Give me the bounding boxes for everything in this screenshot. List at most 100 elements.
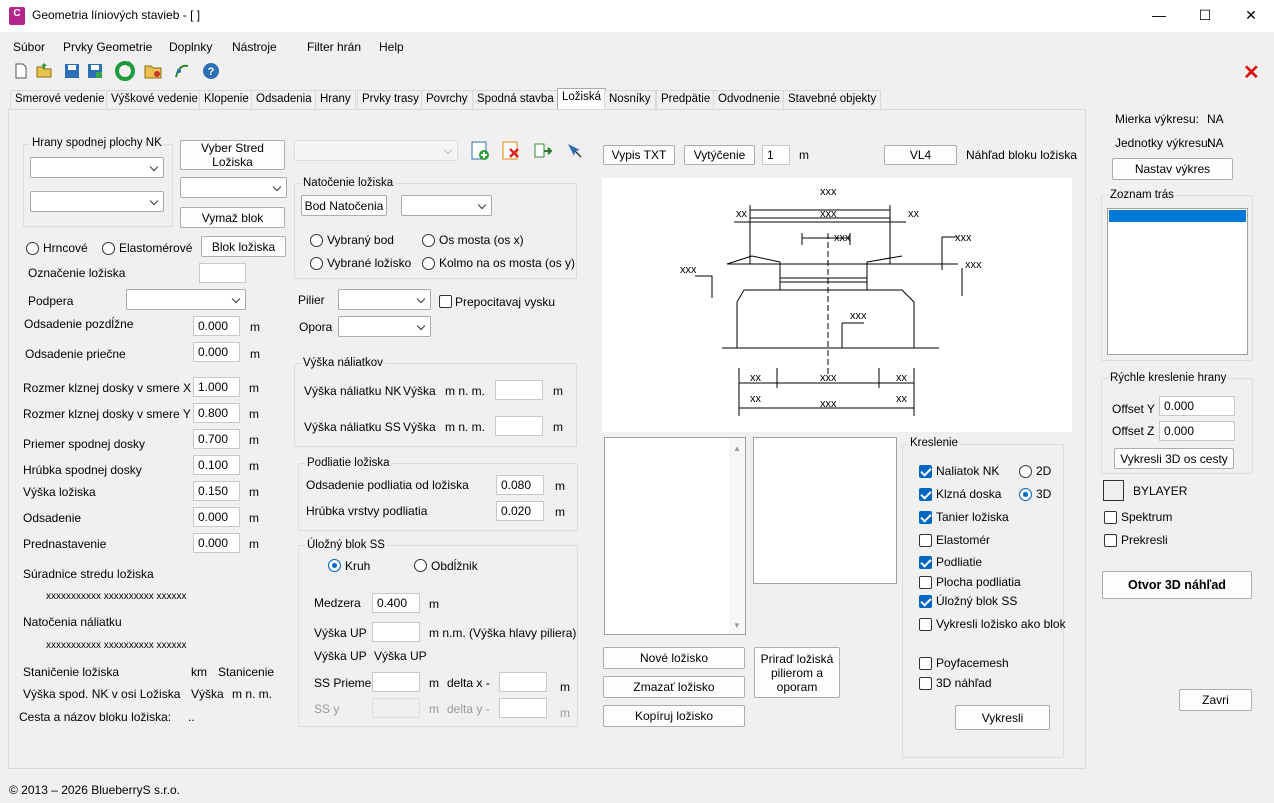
tab-odvodnenie[interactable]: Odvodnenie: [713, 90, 786, 109]
hrubka-spod-input[interactable]: 0.100: [193, 455, 240, 475]
bod-natocenia-button[interactable]: Bod Natočenia: [301, 195, 387, 216]
tanier-checkbox[interactable]: [919, 511, 932, 524]
stred-combo[interactable]: [180, 177, 287, 198]
add-icon[interactable]: [469, 140, 491, 162]
kolmo-radio[interactable]: [422, 257, 435, 270]
curve-tool-icon[interactable]: [173, 62, 191, 80]
tab-vyskove-vedenie[interactable]: Výškové vedenie: [106, 90, 203, 109]
vytycenie-input[interactable]: 1: [762, 145, 790, 165]
hrany-combo-2[interactable]: [30, 191, 164, 212]
delta-y-input[interactable]: [499, 698, 547, 718]
rozmer-x-input[interactable]: 1.000: [193, 377, 240, 397]
scroll-down-icon[interactable]: ▼: [733, 621, 741, 630]
tab-stavebne-objekty[interactable]: Stavebné objekty: [783, 90, 882, 109]
tab-loziska[interactable]: Ložiská: [557, 88, 606, 109]
zmazat-lozisko-button[interactable]: Zmazať ložisko: [603, 676, 745, 698]
hrncove-radio[interactable]: [26, 242, 39, 255]
rozmer-y-input[interactable]: 0.800: [193, 403, 240, 423]
zavri-button[interactable]: Zavri: [1179, 689, 1252, 711]
prednastavenie-input[interactable]: 0.000: [193, 533, 240, 553]
os-mosta-radio[interactable]: [422, 234, 435, 247]
list-scrollbar[interactable]: [729, 438, 745, 634]
menu-subor[interactable]: Súbor: [13, 40, 45, 54]
tab-spodna-stavba[interactable]: Spodná stavba: [472, 90, 559, 109]
vyska-nk-input[interactable]: [495, 380, 543, 400]
close-tool-icon[interactable]: ✕: [1243, 60, 1260, 85]
vykresli-blok-checkbox[interactable]: [919, 618, 932, 631]
maximize-button[interactable]: ☐: [1182, 0, 1228, 32]
odsadenie-input[interactable]: 0.000: [193, 507, 240, 527]
offset-y-input[interactable]: 0.000: [1159, 396, 1235, 416]
tab-predpatie[interactable]: Predpätie: [656, 90, 716, 109]
vybrane-lozisko-radio[interactable]: [310, 257, 323, 270]
kruh-radio[interactable]: [328, 559, 341, 572]
scroll-up-icon[interactable]: ▲: [733, 444, 741, 453]
menu-doplnky[interactable]: Doplnky: [169, 40, 212, 54]
vyska-up-input[interactable]: [372, 622, 420, 642]
otvor-3d-button[interactable]: Otvor 3D náhľad: [1102, 571, 1252, 599]
elastomer-checkbox[interactable]: [919, 534, 932, 547]
klzna-doska-checkbox[interactable]: [919, 488, 932, 501]
lozisko-select[interactable]: [294, 140, 458, 161]
oznacenie-input[interactable]: [199, 263, 246, 283]
polyfacemesh-checkbox[interactable]: [919, 657, 932, 670]
3d-radio[interactable]: [1019, 488, 1032, 501]
open-folder-icon[interactable]: [35, 62, 53, 80]
tab-klopenie[interactable]: Klopenie: [199, 90, 254, 109]
prepocitavaj-checkbox[interactable]: [439, 295, 452, 308]
vykresli-button[interactable]: Vykresli: [955, 705, 1050, 730]
odsadenie-podliatia-input[interactable]: 0.080: [496, 475, 544, 495]
folder-settings-icon[interactable]: [144, 62, 162, 80]
vybrany-bod-radio[interactable]: [310, 234, 323, 247]
vyska-ss-input[interactable]: [495, 416, 543, 436]
odsadenie-pozdlzne-input[interactable]: 0.000: [193, 316, 240, 336]
spektrum-checkbox[interactable]: [1104, 511, 1117, 524]
natocenie-combo[interactable]: [401, 195, 492, 216]
new-file-icon[interactable]: [12, 62, 30, 80]
opora-combo[interactable]: [338, 316, 431, 337]
podliatie-checkbox[interactable]: [919, 556, 932, 569]
selected-trasa-item[interactable]: [1109, 210, 1246, 222]
menu-filter-hran[interactable]: Filter hrán: [307, 40, 361, 54]
pick-icon[interactable]: [565, 141, 585, 161]
odsadenie-priecne-input[interactable]: 0.000: [193, 342, 240, 362]
obdlznik-radio[interactable]: [414, 559, 427, 572]
tab-nosniky[interactable]: Nosníky: [604, 90, 656, 109]
medzera-input[interactable]: 0.400: [372, 593, 420, 613]
vypis-txt-button[interactable]: Vypis TXT: [603, 145, 675, 165]
zoznam-tras-list[interactable]: [1107, 208, 1248, 355]
elastomerove-radio[interactable]: [102, 242, 115, 255]
nastav-vykres-button[interactable]: Nastav výkres: [1112, 158, 1233, 180]
menu-nastroje[interactable]: Nástroje: [232, 40, 277, 54]
color-swatch[interactable]: [1103, 480, 1124, 501]
vyska-loziska-input[interactable]: 0.150: [193, 481, 240, 501]
refresh-icon[interactable]: [114, 60, 136, 82]
podpera-combo[interactable]: [126, 289, 246, 310]
delete-icon[interactable]: [500, 140, 522, 162]
blok-loziska-button[interactable]: Blok ložiska: [201, 236, 286, 257]
priemer-spod-input[interactable]: 0.700: [193, 429, 240, 449]
minimize-button[interactable]: —: [1136, 0, 1182, 32]
close-window-button[interactable]: ✕: [1228, 0, 1274, 32]
tab-povrchy[interactable]: Povrchy: [421, 90, 473, 109]
menu-help[interactable]: Help: [379, 40, 404, 54]
plocha-podliatia-checkbox[interactable]: [919, 576, 932, 589]
menu-prvky-geometrie[interactable]: Prvky Geometrie: [63, 40, 152, 54]
2d-radio[interactable]: [1019, 465, 1032, 478]
vykresli-3d-os-button[interactable]: Vykresli 3D os cesty: [1114, 448, 1234, 469]
kopiruj-lozisko-button[interactable]: Kopíruj ložisko: [603, 705, 745, 727]
vyber-stred-button[interactable]: Vyber Stred Ložiska: [180, 140, 285, 170]
lozisko-list[interactable]: [604, 437, 746, 635]
tab-odsadenia[interactable]: Odsadenia: [251, 90, 317, 109]
save-icon[interactable]: [63, 62, 81, 80]
vl4-button[interactable]: VL4: [884, 145, 957, 165]
pilier-combo[interactable]: [338, 289, 431, 310]
ss-priemer-input[interactable]: [372, 672, 420, 692]
delta-x-input[interactable]: [499, 672, 547, 692]
nove-lozisko-button[interactable]: Nové ložisko: [603, 647, 745, 669]
naliatok-nk-checkbox[interactable]: [919, 465, 932, 478]
3d-nahlad-checkbox[interactable]: [919, 677, 932, 690]
vymaz-blok-button[interactable]: Vymaž blok: [180, 207, 285, 228]
tab-hrany[interactable]: Hrany: [315, 90, 356, 109]
prirad-loziska-button[interactable]: Priraď ložiská pilierom a oporam: [754, 647, 840, 698]
